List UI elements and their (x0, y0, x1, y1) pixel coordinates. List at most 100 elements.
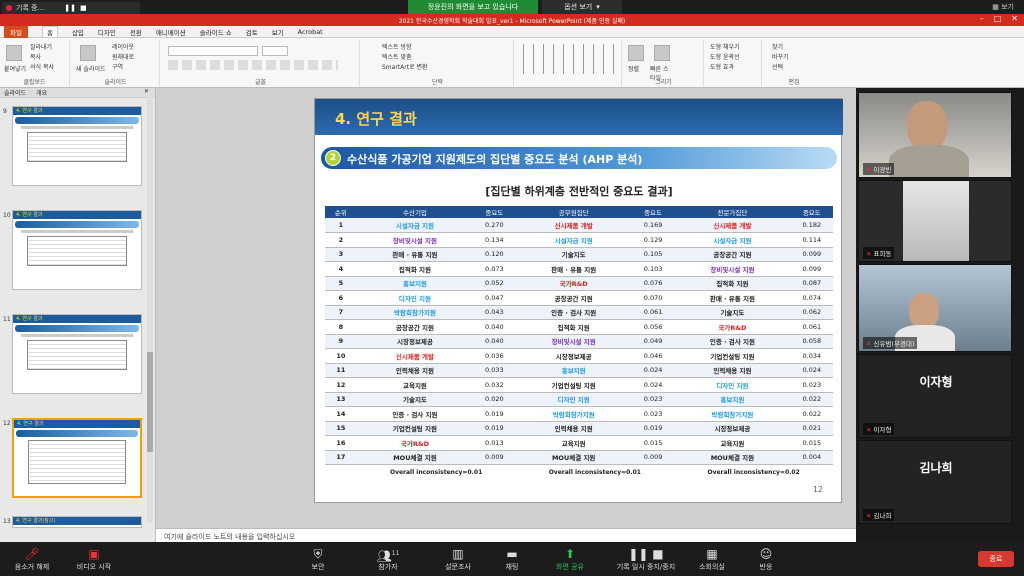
tab-view[interactable]: 보기 (272, 27, 284, 37)
expert-group-weight: 0.099 (790, 261, 833, 277)
video-tile[interactable]: ✕ 이광빈 (858, 92, 1012, 178)
maximize-icon[interactable]: □ (994, 14, 1002, 23)
start-video-button[interactable]: ▣ 비디오 시작 (64, 546, 124, 572)
recording-indicator[interactable]: 기록 중... ❚❚ ■ (2, 2, 140, 14)
tab-file[interactable]: 파일 (4, 25, 28, 38)
layout-button[interactable]: 레이아웃 (112, 42, 134, 51)
paste-button[interactable]: 붙여넣기 (4, 64, 26, 73)
end-meeting-button[interactable]: 종료 (978, 551, 1014, 567)
official-group-weight: 0.024 (631, 377, 675, 393)
tab-slideshow[interactable]: 슬라이드 쇼 (200, 27, 232, 37)
tab-outline[interactable]: 개요 (36, 88, 47, 97)
official-group-item: 디자인 지원 (515, 392, 632, 407)
video-tile[interactable]: ✕ 표희동 (858, 180, 1012, 262)
rank-cell: 5 (325, 276, 357, 291)
select-button[interactable]: 선택 (772, 62, 783, 71)
participants-button[interactable]: 👥︎11 참가자 (358, 546, 418, 572)
quick-styles-icon[interactable] (654, 45, 670, 61)
tab-acrobat[interactable]: Acrobat (298, 28, 323, 36)
shapes-icon[interactable] (520, 44, 620, 74)
stop-icon[interactable]: ■ (80, 4, 87, 12)
record-pause-button[interactable]: ❚❚ ■ 기록 일시 중지/중지 (606, 546, 686, 572)
official-group-item: 홍보지원 (515, 363, 632, 378)
fishery-company-item: 판매 · 유통 지원 (356, 247, 474, 262)
replace-button[interactable]: 바꾸기 (772, 52, 789, 61)
share-screen-button[interactable]: ⬆ 화면 공유 (540, 546, 600, 572)
align-text-button[interactable]: 텍스트 맞춤 (382, 52, 412, 61)
expert-group-item: MOU체결 지원 (674, 450, 791, 465)
view-menu-button[interactable]: ▦ 보기 (992, 2, 1014, 12)
reactions-button[interactable]: ☺ 반응 (736, 546, 796, 572)
notes-pane[interactable]: 여기에 슬라이드 노트의 내용을 입력하십시오 (156, 528, 856, 542)
thumb-scrollbar[interactable] (147, 92, 153, 522)
rank-cell: 2 (325, 232, 357, 248)
view-options-button[interactable]: 옵션 보기 ▾ (542, 0, 622, 14)
official-group-item: 교육지원 (515, 435, 632, 451)
font-name-select[interactable] (168, 46, 258, 56)
pause-icon[interactable]: ❚❚ (64, 4, 76, 12)
minimize-icon[interactable]: – (980, 14, 984, 23)
expert-group-item: 홍보지원 (674, 392, 791, 407)
shape-fill-button[interactable]: 도형 채우기 (710, 42, 740, 51)
tab-transitions[interactable]: 전환 (130, 27, 142, 37)
smartart-button[interactable]: SmartArt로 변환 (382, 62, 428, 71)
tab-slides[interactable]: 슬라이드 (4, 88, 26, 97)
slide-thumbnail[interactable]: 4. 연구 결과 (12, 210, 142, 290)
close-icon[interactable]: ✕ (1011, 14, 1018, 23)
name-tile[interactable]: 이자형 ✕ 이자형 (858, 354, 1012, 438)
slide-thumbnail-active[interactable]: 4. 연구 결과 (12, 418, 142, 498)
arrange-icon[interactable] (628, 45, 644, 61)
shape-effects-button[interactable]: 도형 효과 (710, 62, 734, 71)
format-painter-button[interactable]: 서식 복사 (30, 62, 54, 71)
reset-button[interactable]: 원래대로 (112, 52, 134, 61)
font-size-select[interactable] (262, 46, 288, 56)
table-row: 10 신시제품 개발 0.036 시장정보제공 0.046 기업컨설팅 지원 0.034 (325, 348, 833, 364)
chat-button[interactable]: ▬ 채팅 (482, 546, 542, 572)
table-row: 12 교육지원 0.032 기업컨설팅 지원 0.024 디자인 지원 0.023 (325, 377, 833, 393)
fishery-company-item: 기업컨설팅 지원 (356, 421, 474, 436)
cut-button[interactable]: 잘라내기 (30, 42, 52, 51)
font-format-buttons[interactable] (168, 60, 338, 70)
tab-home[interactable]: 홈 (41, 26, 58, 37)
shapes-gallery[interactable] (516, 40, 622, 86)
slide-thumbnail[interactable]: 4. 연구 결과 (12, 106, 142, 186)
participant-video-feed (903, 181, 969, 261)
expert-group-item: 기술지도 (674, 305, 791, 320)
tab-design[interactable]: 디자인 (98, 27, 116, 37)
video-tile[interactable]: ✕ 신유범(부경대) (858, 264, 1012, 352)
name-tile[interactable]: 김나희 ✕ 김나희 (858, 440, 1012, 524)
new-slide-button[interactable]: 새 슬라이드 (76, 64, 106, 73)
table-title: [집단별 하위계층 전반적인 중요도 결과] (485, 185, 673, 198)
poll-button[interactable]: ▥ 설문조사 (428, 546, 488, 572)
tab-insert[interactable]: 삽입 (72, 27, 84, 37)
fishery-company-weight: 0.019 (473, 406, 516, 422)
tab-animations[interactable]: 애니메이션 (156, 27, 186, 37)
fishery-company-weight: 0.052 (473, 276, 516, 291)
security-button[interactable]: ⛨ 보안 (288, 546, 348, 572)
slide-header: 4. 연구 결과 (315, 99, 843, 135)
arrange-button[interactable]: 정렬 (628, 64, 639, 73)
find-button[interactable]: 찾기 (772, 42, 783, 51)
fishery-company-item: 시설자금 지원 (356, 218, 474, 233)
scrollbar-thumb[interactable] (147, 352, 153, 452)
thumb-table (27, 340, 127, 370)
copy-button[interactable]: 복사 (30, 52, 41, 61)
new-slide-icon[interactable] (80, 45, 96, 61)
rank-cell: 3 (325, 247, 357, 262)
breakout-rooms-button[interactable]: ▦ 소회의실 (682, 546, 742, 572)
unmute-button[interactable]: 🎤︎ 음소거 해제 (2, 546, 62, 572)
share-arrow-icon: ⬆ (564, 547, 576, 561)
section-button[interactable]: 구역 (112, 62, 123, 71)
fishery-company-item: 공장공간 지원 (356, 319, 474, 335)
text-direction-button[interactable]: 텍스트 방향 (382, 42, 412, 51)
tab-review[interactable]: 검토 (246, 27, 258, 37)
expert-group-weight: 0.074 (790, 290, 833, 306)
slide-thumbnail[interactable]: 4. 연구 결과 (12, 314, 142, 394)
official-group-item: 신시제품 개발 (515, 218, 632, 233)
paste-icon[interactable] (6, 45, 22, 61)
slide-thumbnail[interactable]: 4. 연구 결과(참고) (12, 516, 142, 528)
slide-canvas[interactable]: 4. 연구 결과 2 수산식품 가공기업 지원제도의 집단별 중요도 분석 (A… (314, 98, 843, 503)
fishery-company-weight: 0.134 (473, 232, 516, 248)
fishery-company-item: 장비및시설 지원 (356, 232, 474, 248)
shape-outline-button[interactable]: 도형 윤곽선 (710, 52, 740, 61)
